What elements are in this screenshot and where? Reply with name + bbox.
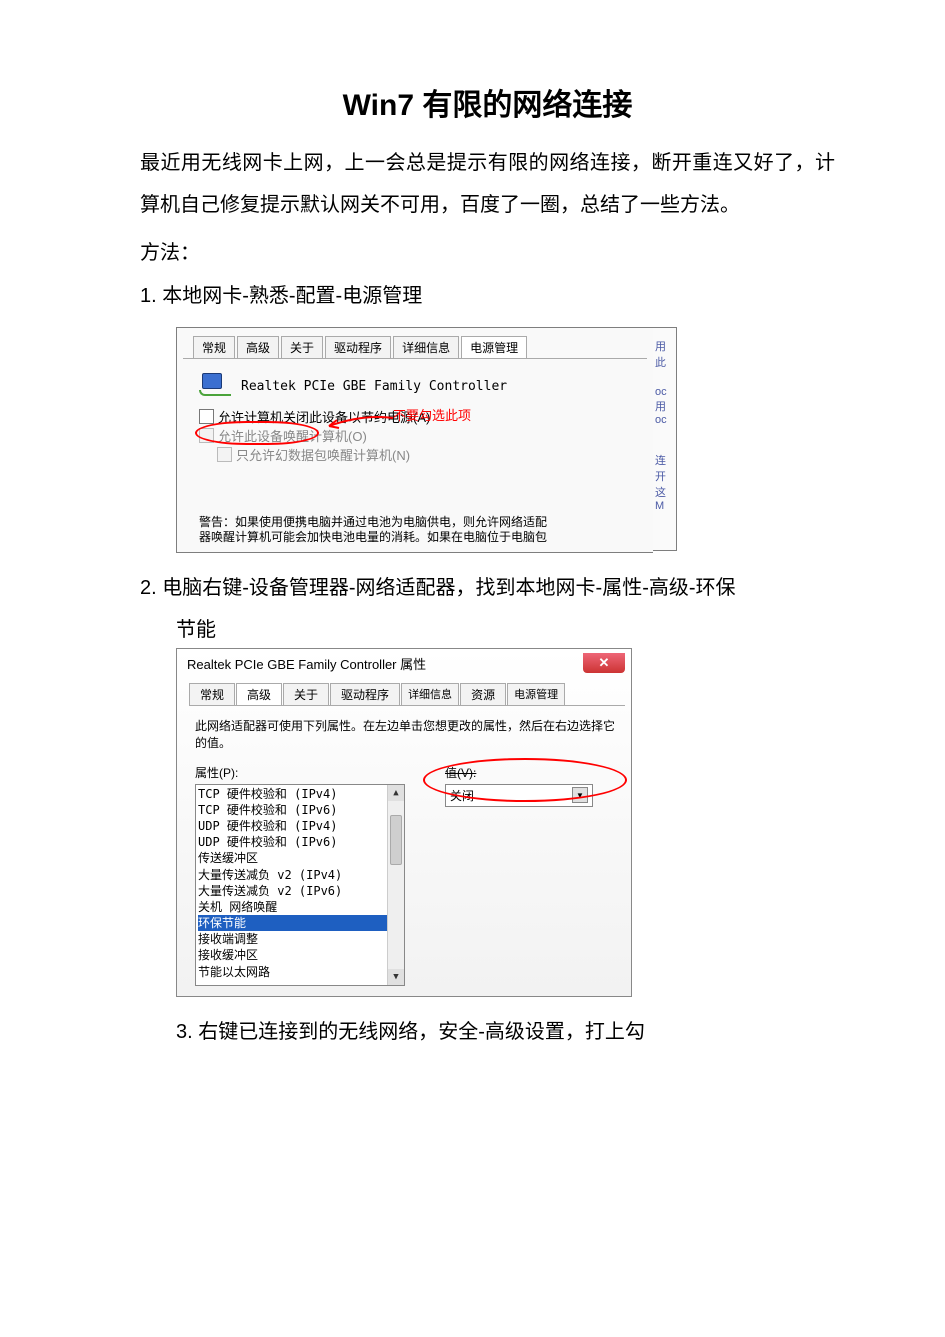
- value-selected: 关闭: [450, 787, 474, 804]
- list-item[interactable]: 传送缓冲区: [198, 850, 404, 866]
- warn-line2: 器唤醒计算机可能会加快电池电量的消耗。如果在电脑位于电脑包: [199, 530, 593, 546]
- dialog-body: 此网络适配器可使用下列属性。在左边单击您想更改的属性，然后在右边选择它的值。 属…: [177, 706, 631, 996]
- side-text: 用: [653, 398, 676, 414]
- device-name: Realtek PCIe GBE Family Controller: [241, 379, 507, 394]
- dropdown-arrow-icon[interactable]: ▼: [572, 787, 588, 803]
- red-note: 不要勾选此项: [393, 405, 471, 424]
- screenshot-2: Realtek PCIe GBE Family Controller 属性 ✕ …: [176, 648, 632, 997]
- checkbox-icon: [199, 428, 214, 443]
- list-item[interactable]: TCP 硬件校验和 (IPv4): [198, 786, 404, 802]
- hint-text: 此网络适配器可使用下列属性。在左边单击您想更改的属性，然后在右边选择它的值。: [195, 718, 617, 752]
- power-mgmt-dialog: 常规 高级 关于 驱动程序 详细信息 电源管理 Realtek PCIe GBE…: [176, 327, 653, 553]
- props-listbox[interactable]: TCP 硬件校验和 (IPv4)TCP 硬件校验和 (IPv6)UDP 硬件校验…: [195, 784, 405, 986]
- warn-line1: 警告：如果使用便携电脑并通过电池为电脑供电，则允许网络适配: [199, 515, 593, 531]
- tab-driver[interactable]: 驱动程序: [330, 683, 400, 705]
- value-label: 值(V):: [445, 764, 617, 781]
- nic-icon: [199, 373, 231, 399]
- side-text: 开这: [653, 468, 676, 500]
- screenshot-1: 常规 高级 关于 驱动程序 详细信息 电源管理 Realtek PCIe GBE…: [176, 327, 835, 553]
- tab-strip: 常规 高级 关于 驱动程序 详细信息 电源管理: [183, 328, 647, 359]
- side-text: 连: [653, 452, 676, 468]
- list-item[interactable]: 接收缓冲区: [198, 947, 404, 963]
- tab-general[interactable]: 常规: [189, 683, 235, 705]
- document-page: Win7 有限的网络连接 最近用无线网卡上网，上一会总是提示有限的网络连接，断开…: [0, 0, 945, 1337]
- tab-about[interactable]: 关于: [281, 336, 323, 358]
- side-text: M: [653, 500, 676, 512]
- cb-label: 只允许幻数据包唤醒计算机(N): [236, 445, 410, 464]
- scrollbar[interactable]: ▲ ▼: [387, 785, 404, 985]
- tab-power-mgmt[interactable]: 电源管理: [461, 336, 527, 358]
- close-icon: ✕: [599, 655, 610, 671]
- tab-power[interactable]: 电源管理: [507, 683, 565, 705]
- cb-allow-wake: 允许此设备唤醒计算机(O): [199, 426, 653, 445]
- side-text: oc: [653, 386, 676, 398]
- tab-driver[interactable]: 驱动程序: [325, 336, 391, 358]
- tab-about[interactable]: 关于: [283, 683, 329, 705]
- side-text: oc: [653, 414, 676, 426]
- method-label: 方法：: [140, 236, 835, 265]
- tab-resource[interactable]: 资源: [460, 683, 506, 705]
- list-item[interactable]: UDP 硬件校验和 (IPv6): [198, 834, 404, 850]
- list-item[interactable]: TCP 硬件校验和 (IPv6): [198, 802, 404, 818]
- list-item[interactable]: 节能以太网路: [198, 964, 404, 980]
- tab-details[interactable]: 详细信息: [401, 683, 459, 705]
- tab-strip: 常规 高级 关于 驱动程序 详细信息 资源 电源管理: [189, 683, 625, 706]
- list-item[interactable]: UDP 硬件校验和 (IPv4): [198, 818, 404, 834]
- checkbox-icon[interactable]: [199, 409, 214, 424]
- list-item[interactable]: 接收端调整: [198, 931, 404, 947]
- list-item[interactable]: 环保节能: [198, 915, 404, 931]
- side-strip: 用此 oc 用 oc 连 开这 M: [653, 327, 677, 551]
- tab-general[interactable]: 常规: [193, 336, 235, 358]
- list-item[interactable]: 大量传送减负 v2 (IPv6): [198, 883, 404, 899]
- props-column: 属性(P): TCP 硬件校验和 (IPv4)TCP 硬件校验和 (IPv6)U…: [195, 764, 405, 986]
- scroll-thumb[interactable]: [390, 815, 402, 865]
- close-button[interactable]: ✕: [583, 653, 625, 673]
- list-item[interactable]: 关机 网络唤醒: [198, 899, 404, 915]
- dialog-titlebar: Realtek PCIe GBE Family Controller 属性 ✕: [177, 649, 631, 677]
- props-label: 属性(P):: [195, 764, 405, 781]
- step-3: 3. 右键已连接到的无线网络，安全-高级设置，打上勾: [176, 1011, 835, 1053]
- step-2-cont: 节能: [176, 613, 835, 642]
- device-row: Realtek PCIe GBE Family Controller: [177, 359, 653, 403]
- dialog-title: Realtek PCIe GBE Family Controller 属性: [187, 654, 426, 673]
- step-1: 1. 本地网卡-熟悉-配置-电源管理: [140, 275, 835, 317]
- scroll-down-icon[interactable]: ▼: [388, 969, 404, 985]
- warning-text: 警告：如果使用便携电脑并通过电池为电脑供电，则允许网络适配 器唤醒计算机可能会加…: [199, 515, 593, 546]
- scroll-up-icon[interactable]: ▲: [388, 785, 404, 801]
- cb-magic-packet: 只允许幻数据包唤醒计算机(N): [217, 445, 653, 464]
- value-column: 值(V): 关闭 ▼: [445, 764, 617, 807]
- page-title: Win7 有限的网络连接: [140, 80, 835, 124]
- tab-advanced[interactable]: 高级: [237, 336, 279, 358]
- value-dropdown[interactable]: 关闭 ▼: [445, 784, 593, 807]
- tab-advanced[interactable]: 高级: [236, 683, 282, 705]
- step-2: 2. 电脑右键-设备管理器-网络适配器，找到本地网卡-属性-高级-环保: [140, 567, 835, 609]
- list-item[interactable]: 大量传送减负 v2 (IPv4): [198, 867, 404, 883]
- tab-details[interactable]: 详细信息: [393, 336, 459, 358]
- checkbox-icon: [217, 447, 232, 462]
- side-text: 用此: [653, 338, 676, 370]
- intro-paragraph: 最近用无线网卡上网，上一会总是提示有限的网络连接，断开重连又好了，计算机自己修复…: [140, 142, 835, 226]
- cb-label: 允许此设备唤醒计算机(O): [218, 426, 367, 445]
